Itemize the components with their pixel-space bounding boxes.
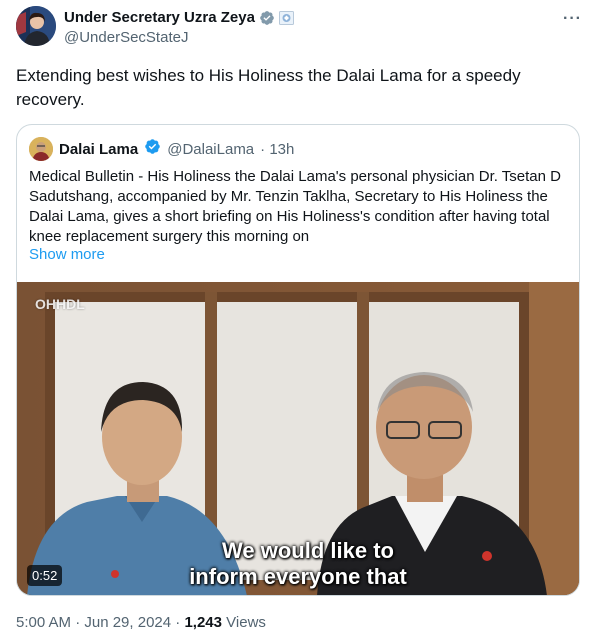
verified-gray-icon bbox=[259, 10, 275, 26]
government-affiliation-icon[interactable] bbox=[278, 10, 294, 25]
avatar[interactable] bbox=[16, 6, 56, 46]
verified-blue-icon bbox=[144, 138, 161, 160]
video-player[interactable]: OHHDL We would like to inform everyone t… bbox=[17, 282, 579, 595]
tweet-meta: 5:00 AM · Jun 29, 2024 · 1,243 Views bbox=[16, 614, 266, 631]
quoted-avatar bbox=[29, 137, 53, 161]
video-caption-line1: We would like to bbox=[222, 538, 394, 563]
tweet-header: Under Secretary Uzra Zeya @UnderSecState… bbox=[16, 6, 582, 50]
author-name[interactable]: Under Secretary Uzra Zeya bbox=[64, 9, 255, 26]
tweet-text: Extending best wishes to His Holiness th… bbox=[16, 66, 521, 109]
more-horizontal-icon[interactable]: ··· bbox=[563, 10, 582, 28]
timestamp[interactable]: 5:00 AM · Jun 29, 2024 bbox=[16, 614, 171, 631]
views-count: 1,243 bbox=[184, 614, 222, 631]
video-duration: 0:52 bbox=[27, 565, 63, 586]
quoted-time-ago[interactable]: · 13h bbox=[260, 141, 294, 158]
show-more-link[interactable]: Show more bbox=[29, 246, 105, 263]
views-label: Views bbox=[226, 614, 266, 631]
quoted-header: Dalai Lama @DalaiLama · 13h bbox=[29, 137, 294, 161]
author-handle[interactable]: @UnderSecStateJ bbox=[64, 29, 188, 46]
video-watermark: OHHDL bbox=[35, 296, 85, 312]
quoted-tweet[interactable]: Dalai Lama @DalaiLama · 13h Medical Bull… bbox=[16, 124, 580, 596]
video-caption-line2: inform everyone that bbox=[189, 564, 407, 589]
quoted-author-handle: @DalaiLama bbox=[167, 140, 255, 158]
meta-separator: · bbox=[175, 614, 181, 631]
quoted-text: Medical Bulletin - His Holiness the Dala… bbox=[29, 168, 561, 245]
quoted-author-name: Dalai Lama bbox=[59, 140, 139, 158]
